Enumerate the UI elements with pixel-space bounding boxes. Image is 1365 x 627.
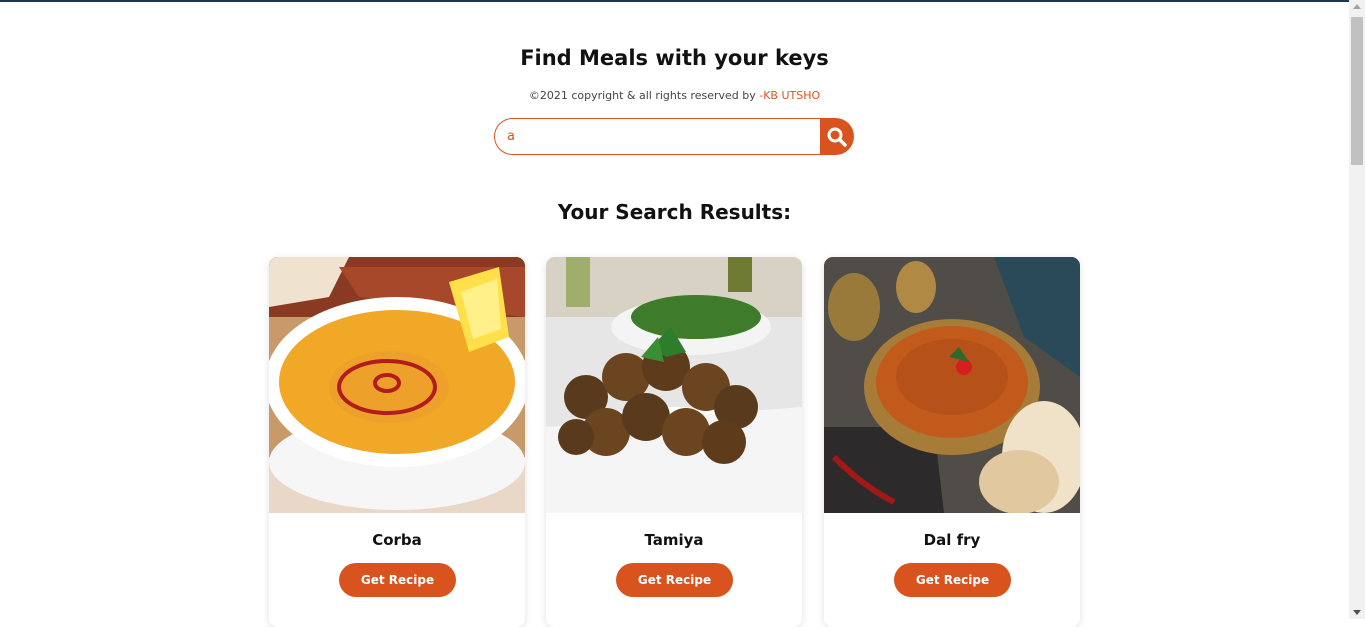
vertical-scrollbar[interactable] [1349,0,1365,619]
meal-card: Corba Get Recipe [269,257,525,627]
scroll-up-icon[interactable] [1353,4,1361,9]
search-input[interactable] [494,118,821,155]
search-bar [494,118,854,155]
get-recipe-button-dal-fry[interactable]: Get Recipe [894,563,1011,597]
get-recipe-button-tamiya[interactable]: Get Recipe [616,563,733,597]
meal-image-tamiya [546,257,802,513]
search-icon [827,127,847,147]
copyright-prefix: ©2021 copyright & all rights reserved by [528,89,760,102]
meal-title: Dal fry [923,531,981,549]
page-title: Find Meals with your keys [520,46,829,70]
get-recipe-button-corba[interactable]: Get Recipe [339,563,456,597]
meal-image-dal-fry [824,257,1080,513]
meal-title: Corba [372,531,422,549]
copyright-author: -KB UTSHO [759,89,821,102]
results-heading: Your Search Results: [557,200,792,224]
page: Find Meals with your keys ©2021 copyrigh… [0,0,1349,627]
top-border [0,0,1349,2]
scroll-down-icon[interactable] [1353,610,1361,615]
meal-card: Dal fry Get Recipe [824,257,1080,627]
meal-card: Tamiya Get Recipe [546,257,802,627]
copyright-text: ©2021 copyright & all rights reserved by… [0,89,1349,102]
scroll-thumb[interactable] [1351,17,1363,165]
meal-image-corba [269,257,525,513]
meal-title: Tamiya [644,531,704,549]
search-button[interactable] [820,118,854,155]
